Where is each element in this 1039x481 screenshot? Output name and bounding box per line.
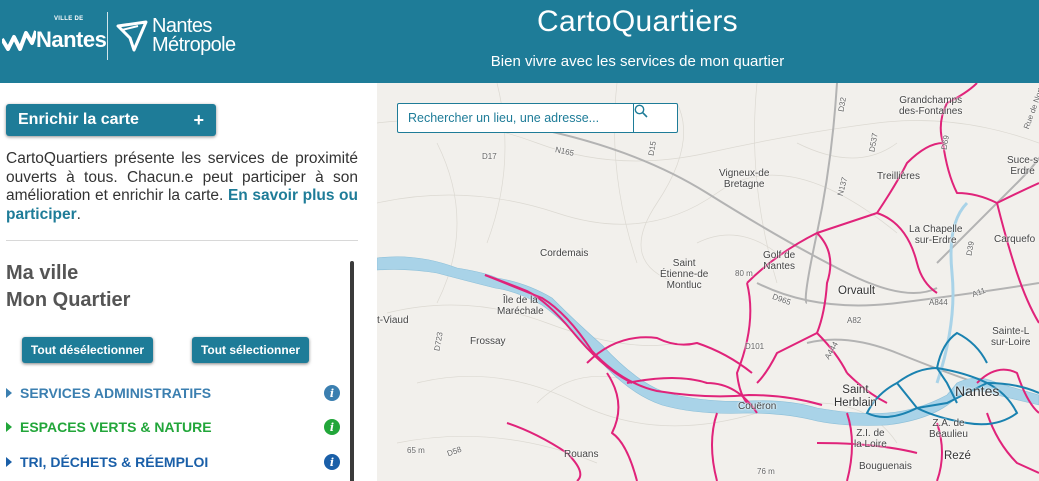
deselect-all-button[interactable]: Tout désélectionner (22, 337, 153, 363)
metropole-leaf-icon (116, 20, 148, 52)
map-label: Cordemais (540, 248, 589, 259)
map-label: Bouguenais (859, 461, 912, 472)
search-button[interactable] (633, 104, 677, 132)
map-label: Orvault (838, 285, 876, 297)
elevation-label: 76 m (757, 467, 775, 476)
app-header: VILLE DE Nantes Nantes Métropole CartoQu… (0, 0, 1039, 83)
category-services-administratifs[interactable]: SERVICES ADMINISTRATIFS i (6, 383, 342, 403)
map-label: Frossay (470, 336, 506, 347)
search-input[interactable] (398, 104, 630, 132)
category-label: ESPACES VERTS & NATURE (20, 419, 212, 435)
map-label: Grandchamps des-Fontaines (899, 95, 963, 117)
nantes-wave-icon (2, 30, 36, 51)
enrich-map-button[interactable]: Enrichir la carte + (6, 104, 216, 136)
map-label: Saint Herblain (834, 384, 877, 409)
map-label: Golf de Nantes (763, 250, 796, 272)
map-label: Couëron (738, 401, 777, 412)
intro-paragraph: CartoQuartiers présente les services de … (6, 150, 358, 224)
app-subtitle: Bien vivre avec les services de mon quar… (490, 53, 785, 70)
chevron-right-icon (6, 422, 12, 432)
category-tri-dechets[interactable]: TRI, DÉCHETS & RÉEMPLOI i (6, 452, 342, 472)
section-title: Ma ville Mon Quartier (6, 260, 130, 314)
map-label: Île de la Maréchale (497, 295, 544, 317)
map-label: La Chapelle sur-Erdre (909, 224, 963, 246)
logo-metro-line2: Métropole (152, 34, 236, 56)
map-label: Suce-s Erdre (1007, 155, 1039, 177)
elevation-label: 65 m (407, 446, 425, 455)
intro-end: . (76, 205, 81, 223)
enrich-map-label: Enrichir la carte (18, 111, 139, 128)
info-icon[interactable]: i (324, 419, 340, 435)
road-label: D17 (482, 152, 497, 161)
road-label: A82 (847, 316, 862, 325)
search-icon (634, 104, 648, 118)
map-view[interactable]: Grandchampsdes-Fontaines Rue de Nort Suc… (377, 83, 1039, 481)
map-label: Saint Étienne-de Montluc (660, 258, 709, 291)
logo-divider (107, 12, 108, 60)
select-all-button[interactable]: Tout sélectionner (192, 337, 309, 363)
elevation-label: 80 m (735, 269, 753, 278)
logo-ville-de: VILLE DE (54, 16, 84, 22)
chevron-right-icon (6, 388, 12, 398)
map-label: Rezé (944, 450, 971, 462)
map-label: Carquefo (994, 234, 1036, 245)
info-icon[interactable]: i (324, 385, 340, 401)
category-label: TRI, DÉCHETS & RÉEMPLOI (20, 454, 209, 470)
map-label: Z.I. de la Loire (854, 428, 887, 450)
nantes-metropole-logo[interactable]: Nantes Métropole (116, 14, 236, 58)
section-title-line1: Ma ville (6, 262, 79, 284)
map-label: Rouans (564, 449, 599, 460)
map-label: t-Viaud (377, 315, 409, 326)
logo-nantes-text: Nantes (36, 27, 107, 52)
map-label: Nantes (955, 383, 1000, 399)
map-label: Sainte-L sur-Loire (991, 326, 1031, 348)
sidebar-scrollbar[interactable] (350, 261, 354, 481)
section-title-line2: Mon Quartier (6, 289, 131, 311)
plus-icon: + (193, 109, 204, 130)
road-label: A844 (929, 298, 948, 307)
chevron-right-icon (6, 457, 12, 467)
map-label: Vigneux-de Bretagne (719, 168, 770, 190)
app-title: CartoQuartiers (537, 5, 738, 38)
info-icon[interactable]: i (324, 454, 340, 470)
sidebar-panel: Enrichir la carte + CartoQuartiers prése… (0, 83, 377, 481)
search-bar (397, 103, 678, 133)
map-label: Z.A. de Beaulieu (929, 418, 968, 440)
map-label: Treillières (877, 171, 920, 182)
category-espaces-verts[interactable]: ESPACES VERTS & NATURE i (6, 417, 342, 437)
divider (6, 240, 358, 241)
ville-de-nantes-logo[interactable]: VILLE DE Nantes (2, 16, 107, 58)
road-label: D101 (745, 342, 765, 351)
category-label: SERVICES ADMINISTRATIFS (20, 385, 212, 401)
